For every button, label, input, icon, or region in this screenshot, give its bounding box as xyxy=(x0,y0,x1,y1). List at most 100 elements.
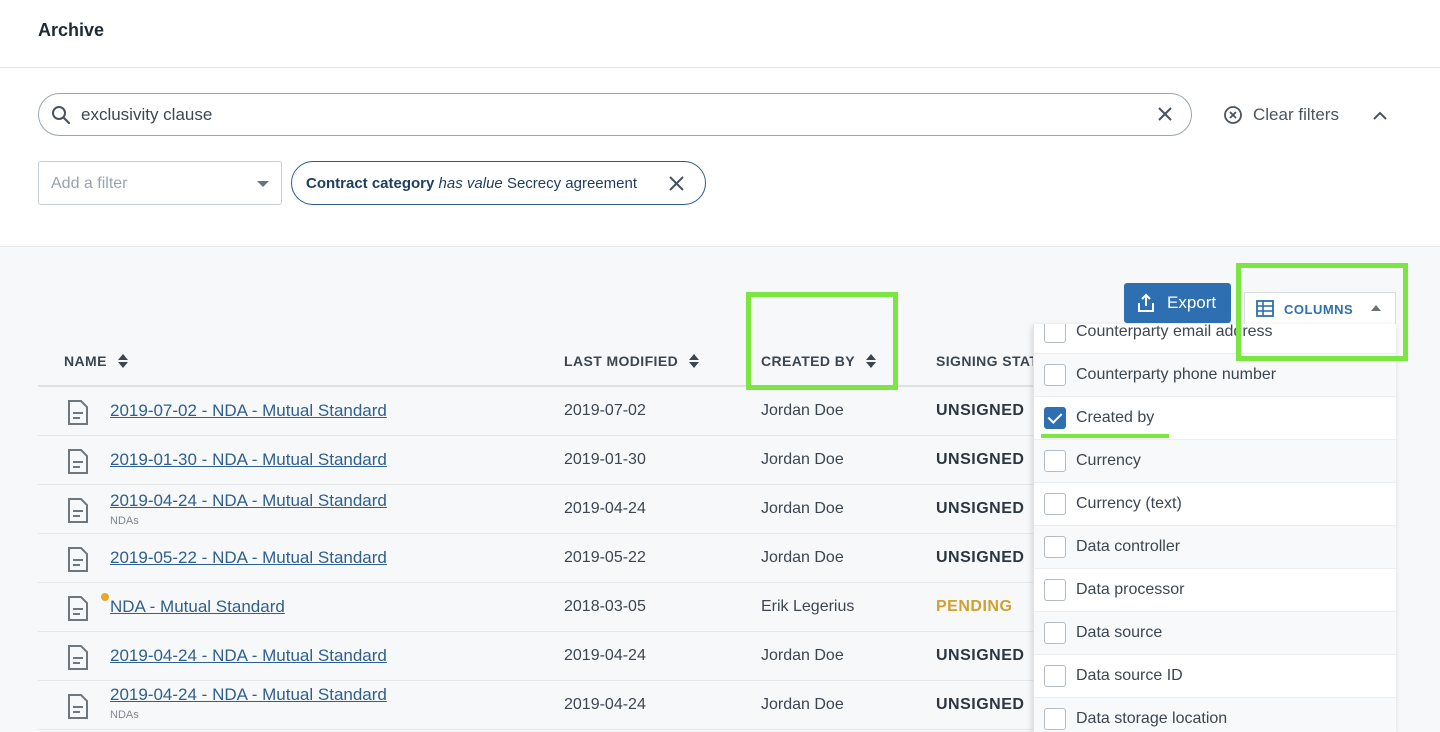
created-by-cell: Jordan Doe xyxy=(761,696,844,713)
table-row[interactable]: 2019-07-02 - NDA - Mutual Standard 2019-… xyxy=(38,387,1034,436)
column-option-label: Counterparty phone number xyxy=(1076,366,1277,383)
last-modified-cell: 2019-05-22 xyxy=(564,549,646,566)
status-badge: UNSIGNED xyxy=(936,451,1025,468)
column-option[interactable]: Data controller xyxy=(1034,526,1396,569)
columns-label: COLUMNS xyxy=(1284,302,1354,317)
document-link[interactable]: NDA - Mutual Standard xyxy=(110,597,285,617)
created-by-cell: Jordan Doe xyxy=(761,500,844,517)
export-button[interactable]: Export xyxy=(1124,283,1231,323)
checkbox[interactable] xyxy=(1044,536,1066,558)
last-modified-cell: 2018-03-05 xyxy=(564,598,646,615)
close-icon[interactable] xyxy=(1155,104,1175,124)
column-option[interactable]: Data storage location xyxy=(1034,698,1396,732)
export-label: Export xyxy=(1167,293,1217,312)
checkbox[interactable] xyxy=(1044,364,1066,386)
last-modified-cell: 2019-01-30 xyxy=(564,451,646,468)
page-title: Archive xyxy=(38,20,105,40)
column-option[interactable]: Counterparty email address xyxy=(1034,324,1396,354)
top-bar: Archive xyxy=(0,0,1440,68)
column-header-name[interactable]: NAME xyxy=(64,353,128,369)
columns-dropdown[interactable]: Counterparty email address Counterparty … xyxy=(1033,324,1396,732)
folder-label: NDAs xyxy=(110,515,139,527)
chevron-up-icon[interactable] xyxy=(1370,106,1390,126)
sort-icon[interactable] xyxy=(865,353,876,369)
document-link[interactable]: 2019-04-24 - NDA - Mutual Standard xyxy=(110,491,387,511)
search-icon xyxy=(52,106,71,125)
clear-filters-button[interactable]: Clear filters xyxy=(1223,104,1339,126)
column-option-label: Data processor xyxy=(1076,581,1185,598)
last-modified-cell: 2019-04-24 xyxy=(564,647,646,664)
table-row[interactable]: NDA - Mutual Standard 2018-03-05 Erik Le… xyxy=(38,583,1034,632)
table-row[interactable]: 2019-04-24 - NDA - Mutual Standard NDAs … xyxy=(38,485,1034,534)
column-option[interactable]: Currency xyxy=(1034,440,1396,483)
created-by-cell: Jordan Doe xyxy=(761,402,844,419)
table-row[interactable]: 2019-04-24 - NDA - Mutual Standard 2019-… xyxy=(38,632,1034,681)
table-row[interactable]: 2019-05-22 - NDA - Mutual Standard 2019-… xyxy=(38,534,1034,583)
document-icon xyxy=(68,498,88,523)
checkbox[interactable] xyxy=(1044,708,1066,730)
checkbox[interactable] xyxy=(1044,493,1066,515)
checkbox[interactable] xyxy=(1044,665,1066,687)
checkbox[interactable] xyxy=(1044,579,1066,601)
last-modified-cell: 2019-04-24 xyxy=(564,500,646,517)
document-icon xyxy=(68,645,88,670)
highlight-created-by-header xyxy=(746,292,898,390)
column-option[interactable]: Data processor xyxy=(1034,569,1396,612)
document-link[interactable]: 2019-01-30 - NDA - Mutual Standard xyxy=(110,450,387,470)
filter-chip-field: Contract category xyxy=(306,175,435,192)
table-row[interactable]: 2019-04-24 - NDA - Mutual Standard NDAs … xyxy=(38,681,1034,730)
column-option[interactable]: Currency (text) xyxy=(1034,483,1396,526)
status-badge: PENDING xyxy=(936,598,1013,615)
table-row[interactable]: 2019-01-30 - NDA - Mutual Standard 2019-… xyxy=(38,436,1034,485)
status-badge: UNSIGNED xyxy=(936,402,1025,419)
document-icon xyxy=(68,596,88,621)
close-icon[interactable] xyxy=(668,175,685,192)
document-icon xyxy=(68,449,88,474)
column-option-label: Data source xyxy=(1076,624,1163,641)
document-icon xyxy=(68,400,88,425)
add-filter-placeholder: Add a filter xyxy=(51,175,128,192)
search-value[interactable]: exclusivity clause xyxy=(81,105,212,125)
document-icon xyxy=(68,694,88,719)
filter-chip-value: Secrecy agreement xyxy=(506,175,638,192)
filter-panel: Archive exclusivity clause Clear filters… xyxy=(0,0,1440,247)
filter-chip[interactable]: Contract category has value Secrecy agre… xyxy=(291,161,706,205)
document-link[interactable]: 2019-04-24 - NDA - Mutual Standard xyxy=(110,646,387,666)
created-by-cell: Jordan Doe xyxy=(761,451,844,468)
last-modified-cell: 2019-07-02 xyxy=(564,402,646,419)
add-filter-select[interactable]: Add a filter xyxy=(38,161,282,205)
checkbox[interactable] xyxy=(1044,622,1066,644)
checkbox[interactable] xyxy=(1044,324,1066,343)
created-by-cell: Jordan Doe xyxy=(761,647,844,664)
status-badge: UNSIGNED xyxy=(936,500,1025,517)
clear-circle-icon xyxy=(1224,106,1242,124)
document-link[interactable]: 2019-04-24 - NDA - Mutual Standard xyxy=(110,685,387,705)
search-input[interactable]: exclusivity clause xyxy=(38,93,1192,136)
column-header-label: NAME xyxy=(64,353,107,369)
created-by-cell: Erik Legerius xyxy=(761,598,855,615)
sort-icon[interactable] xyxy=(689,353,700,369)
document-link[interactable]: 2019-07-02 - NDA - Mutual Standard xyxy=(110,401,387,421)
column-header-signing-status[interactable]: SIGNING STAT xyxy=(936,353,1038,369)
column-option[interactable]: Data source xyxy=(1034,612,1396,655)
table-grid-icon xyxy=(1256,300,1274,317)
sort-icon[interactable] xyxy=(117,353,128,369)
column-option[interactable]: Data source ID xyxy=(1034,655,1396,698)
last-modified-cell: 2019-04-24 xyxy=(564,696,646,713)
highlight-created-by-option xyxy=(1041,434,1169,438)
folder-label: NDAs xyxy=(110,709,139,721)
filter-chip-operator: has value xyxy=(438,175,503,192)
column-header-created-by[interactable]: CREATED BY xyxy=(761,353,876,369)
checkbox[interactable] xyxy=(1044,450,1066,472)
created-by-cell: Jordan Doe xyxy=(761,549,844,566)
column-option-label: Data source ID xyxy=(1076,667,1183,684)
column-option-label: Data storage location xyxy=(1076,710,1228,727)
columns-button[interactable]: COLUMNS xyxy=(1244,292,1396,324)
filter-chip-text: Contract category has value Secrecy agre… xyxy=(306,175,637,192)
export-icon xyxy=(1138,293,1154,312)
column-header-last-modified[interactable]: LAST MODIFIED xyxy=(564,353,700,369)
status-badge: UNSIGNED xyxy=(936,549,1025,566)
checkbox-checked[interactable] xyxy=(1044,407,1066,429)
document-link[interactable]: 2019-05-22 - NDA - Mutual Standard xyxy=(110,548,387,568)
column-option[interactable]: Counterparty phone number xyxy=(1034,354,1396,397)
